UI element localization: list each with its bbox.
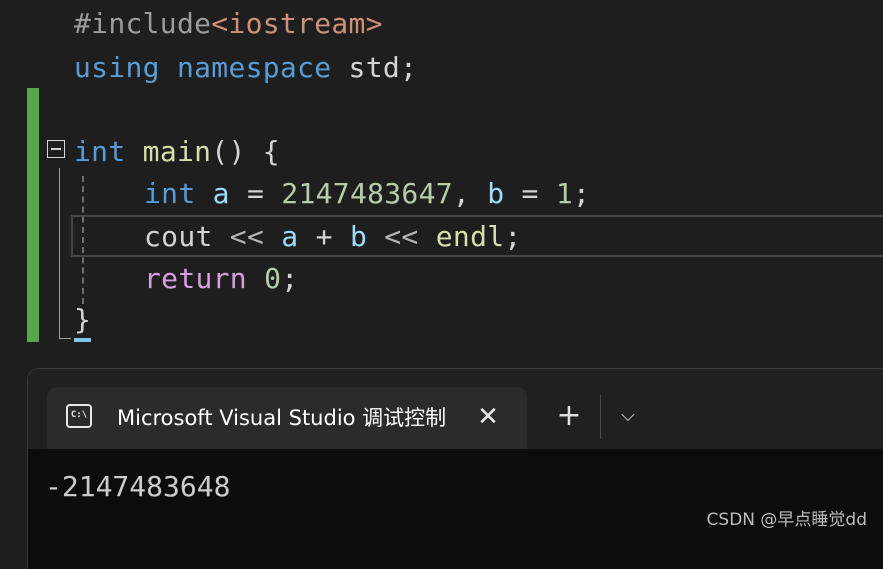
- operator: <<: [212, 220, 282, 253]
- keyword: int: [144, 177, 196, 210]
- variable: b: [349, 220, 368, 253]
- operator: +: [298, 220, 350, 253]
- identifier: cout: [144, 220, 213, 253]
- operator: ;: [504, 220, 522, 253]
- outline-guide: [59, 168, 60, 338]
- keyword: using: [74, 51, 160, 84]
- preprocessor-directive: #include: [74, 7, 212, 40]
- include-header: <iostream>: [211, 7, 383, 40]
- operator: =: [229, 177, 282, 210]
- terminal-window[interactable]: C:\ Microsoft Visual Studio 调试控制台 ✕ + ⌵ …: [27, 368, 883, 569]
- code-text: std;: [331, 51, 418, 84]
- close-icon[interactable]: ✕: [471, 400, 505, 434]
- operator: <<: [367, 220, 436, 253]
- code-text: () {: [211, 135, 280, 168]
- collapse-minus-icon[interactable]: [47, 140, 65, 158]
- variable: a: [281, 220, 299, 253]
- function-name: main: [142, 135, 212, 168]
- terminal-tabstrip: C:\ Microsoft Visual Studio 调试控制台 ✕ + ⌵: [28, 369, 883, 449]
- chevron-down-icon[interactable]: ⌵: [610, 399, 646, 433]
- variable: b: [487, 177, 505, 210]
- operator: ;: [281, 262, 299, 295]
- keyword: int: [74, 135, 126, 168]
- operator: =: [504, 177, 556, 210]
- tab-separator: [600, 395, 601, 439]
- plus-icon[interactable]: +: [552, 399, 586, 433]
- tab-title: Microsoft Visual Studio 调试控制台: [117, 406, 447, 430]
- terminal-console-icon: C:\: [66, 404, 92, 428]
- closing-brace: }: [74, 303, 92, 336]
- change-tracking-bar: [27, 88, 39, 342]
- code-line-8[interactable]: }: [74, 300, 91, 340]
- code-line-5[interactable]: int a = 2147483647, b = 1;: [144, 174, 590, 214]
- number-literal: 0: [264, 262, 282, 295]
- text-caret: [74, 338, 91, 342]
- operator: ,: [452, 177, 488, 210]
- outline-guide-end: [59, 338, 71, 339]
- function-name: endl: [435, 220, 505, 253]
- keyword: namespace: [176, 51, 332, 84]
- number-literal: 2147483647: [281, 177, 453, 210]
- code-line-2[interactable]: using namespace std;: [74, 48, 417, 88]
- watermark: CSDN @早点睡觉dd: [706, 510, 867, 530]
- terminal-output: -2147483648: [45, 470, 231, 503]
- code-line-4[interactable]: int main() {: [74, 132, 280, 172]
- control-keyword: return: [144, 262, 247, 295]
- code-line-7[interactable]: return 0;: [144, 259, 298, 299]
- variable: a: [212, 177, 230, 210]
- code-editor[interactable]: #include<iostream> using namespace std; …: [0, 0, 883, 365]
- tab-debug-console[interactable]: C:\ Microsoft Visual Studio 调试控制台 ✕: [47, 387, 527, 449]
- code-line-1[interactable]: #include<iostream>: [74, 4, 383, 44]
- code-line-6[interactable]: cout << a + b << endl;: [144, 217, 522, 257]
- number-literal: 1: [555, 177, 574, 210]
- operator: ;: [573, 177, 591, 210]
